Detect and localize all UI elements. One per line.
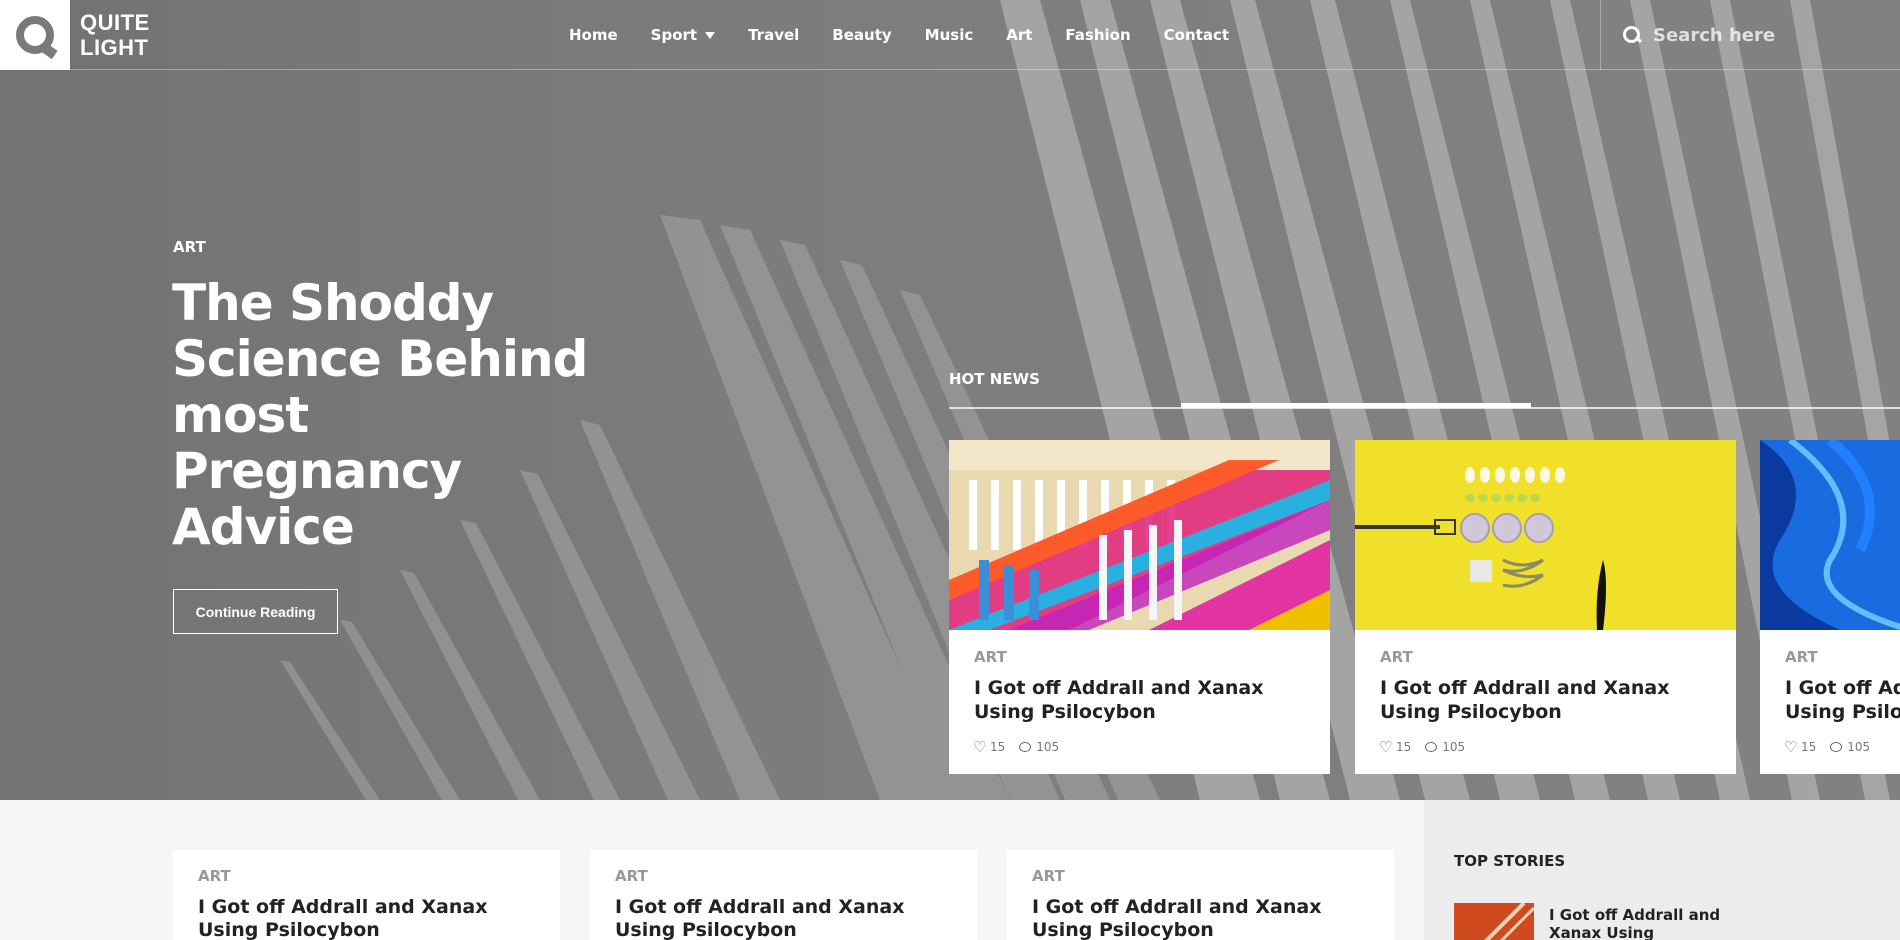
comments-count: 105 (1036, 740, 1060, 754)
nav-item-home[interactable]: Home (569, 26, 618, 44)
heart-icon[interactable] (973, 738, 986, 756)
likes-count: 15 (1396, 740, 1412, 754)
post-category[interactable]: ART (615, 867, 648, 885)
card-title[interactable]: I Got off Addrall and Xanax Using Psiloc… (1785, 676, 1900, 724)
hot-news-card[interactable]: ART I Got off Addrall and Xanax Using Ps… (1355, 440, 1736, 774)
search-icon[interactable] (1623, 26, 1641, 44)
nav-item-travel[interactable]: Travel (748, 26, 799, 44)
hero-category[interactable]: ART (173, 238, 206, 256)
card-title[interactable]: I Got off Addrall and Xanax Using Psiloc… (974, 676, 1314, 724)
post-card[interactable]: ART I Got off Addrall and Xanax Using Ps… (590, 850, 977, 940)
post-title[interactable]: I Got off Addrall and Xanax Using Psiloc… (198, 896, 538, 940)
nav-item-sport[interactable]: Sport (650, 26, 716, 44)
card-meta: 15 105 (1379, 738, 1466, 756)
hot-news-heading: HOT NEWS (949, 370, 1040, 388)
nav-item-music[interactable]: Music (925, 26, 974, 44)
heart-icon[interactable] (1784, 738, 1797, 756)
card-category[interactable]: ART (1785, 648, 1818, 666)
card-title[interactable]: I Got off Addrall and Xanax Using Psiloc… (1380, 676, 1720, 724)
card-category[interactable]: ART (974, 648, 1007, 666)
comments-count: 105 (1847, 740, 1871, 754)
post-card[interactable]: ART I Got off Addrall and Xanax Using Ps… (173, 850, 560, 940)
post-title[interactable]: I Got off Addrall and Xanax Using Psiloc… (1032, 896, 1372, 940)
top-stories-heading: TOP STORIES (1454, 852, 1566, 870)
card-meta: 15 105 (1784, 738, 1871, 756)
nav-item-contact[interactable]: Contact (1164, 26, 1229, 44)
comment-icon[interactable] (1019, 742, 1032, 752)
comment-icon[interactable] (1425, 742, 1438, 752)
card-image-blue-abstract[interactable] (1760, 440, 1900, 630)
logo-line-2: LIGHT (80, 35, 149, 60)
story-thumbnail[interactable] (1454, 903, 1534, 940)
post-title[interactable]: I Got off Addrall and Xanax Using Psiloc… (615, 896, 955, 940)
caret-down-icon (705, 31, 716, 39)
nav-item-sport-label: Sport (650, 26, 698, 44)
post-card[interactable]: ART I Got off Addrall and Xanax Using Ps… (1007, 850, 1394, 940)
continue-reading-button[interactable]: Continue Reading (173, 589, 338, 634)
card-image-yellow-food[interactable] (1355, 440, 1736, 630)
logo-text[interactable]: QUITE LIGHT (80, 10, 150, 60)
hero-title[interactable]: The Shoddy Science Behind most Pregnancy… (172, 275, 592, 555)
card-category[interactable]: ART (1380, 648, 1413, 666)
nav-item-art[interactable]: Art (1006, 26, 1032, 44)
site-header: QUITE LIGHT Home Sport Travel Beauty Mus… (0, 0, 1900, 70)
post-category[interactable]: ART (198, 867, 231, 885)
logo-icon[interactable] (0, 0, 70, 70)
heart-icon[interactable] (1379, 738, 1392, 756)
hot-news-card[interactable]: ART I Got off Addrall and Xanax Using Ps… (1760, 440, 1900, 774)
card-meta: 15 105 (973, 738, 1060, 756)
hero-section: QUITE LIGHT Home Sport Travel Beauty Mus… (0, 0, 1900, 800)
likes-count: 15 (990, 740, 1006, 754)
logo-line-1: QUITE (80, 10, 150, 35)
post-category[interactable]: ART (1032, 867, 1065, 885)
main-nav: Home Sport Travel Beauty Music Art Fashi… (569, 0, 1262, 70)
card-image-colorful-stairs[interactable] (949, 440, 1330, 630)
likes-count: 15 (1801, 740, 1817, 754)
story-title[interactable]: I Got off Addrall and Xanax Using (1549, 906, 1729, 940)
comment-icon[interactable] (1830, 742, 1843, 752)
search-box (1600, 0, 1900, 70)
comments-count: 105 (1442, 740, 1466, 754)
top-stories-sidebar: TOP STORIES I Got off Addrall and Xanax … (1424, 800, 1900, 940)
hot-news-slider-indicator[interactable] (1181, 403, 1531, 408)
hot-news-card[interactable]: ART I Got off Addrall and Xanax Using Ps… (949, 440, 1330, 774)
search-input[interactable] (1653, 24, 1873, 46)
nav-item-beauty[interactable]: Beauty (832, 26, 891, 44)
nav-item-fashion[interactable]: Fashion (1065, 26, 1130, 44)
